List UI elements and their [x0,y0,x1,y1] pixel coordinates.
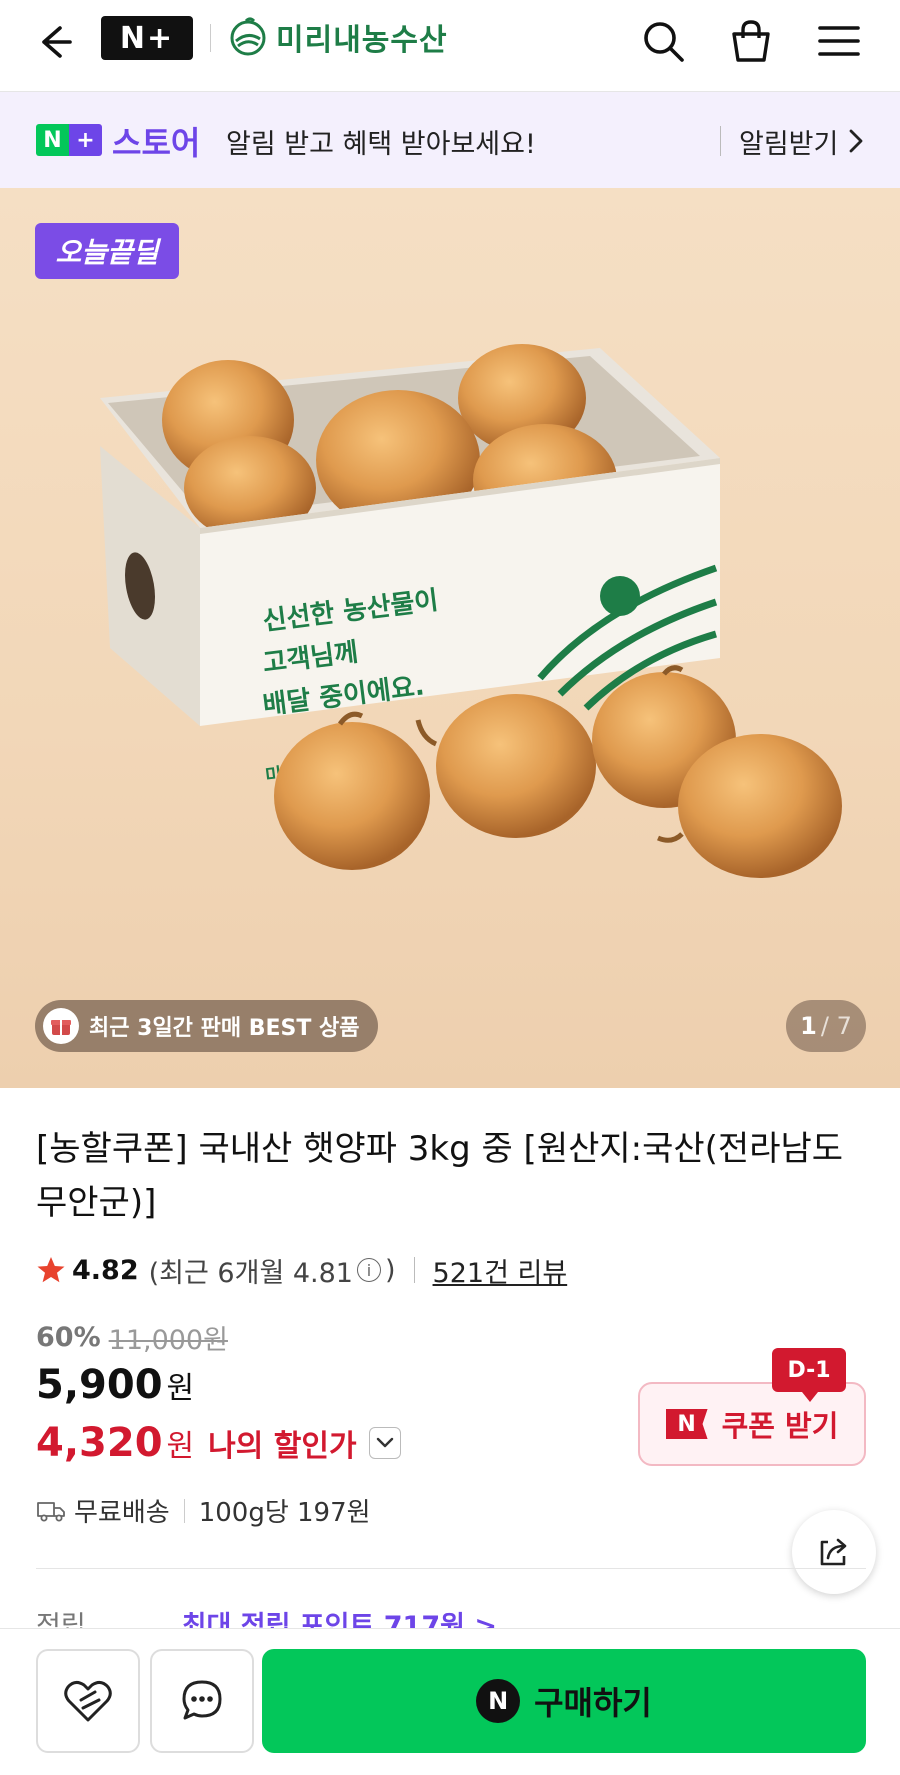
discount-percent: 60% [36,1322,101,1353]
rating-recent: (최근 6개월 4.81 i ) [149,1251,396,1290]
delivery-divider [183,1498,185,1523]
menu-button[interactable] [812,14,866,68]
cart-button[interactable] [724,14,778,68]
rating-recent-close: ) [384,1254,396,1286]
banner-store-label: 스토어 [112,124,201,162]
product-photo: 신선한 농산물이 고객님께 배달 중이에요. 미리내농수산 [100,344,842,878]
truck-icon [37,1501,65,1521]
best-seller-label: 최근 3일간 판매 BEST 상품 [89,1016,360,1041]
product-image-carousel[interactable]: 신선한 농산물이 고객님께 배달 중이에요. 미리내농수산 오늘끝딜 [0,188,900,1088]
product-title: [농할쿠폰] 국내산 햇양파 3kg 중 [원산지:국산(전라남도 무안군)] [36,1129,844,1223]
back-button[interactable] [30,18,78,66]
arrow-left-icon [42,26,72,58]
naver-pay-icon: N [476,1679,521,1723]
page-current: 1 [800,1012,817,1040]
info-icon[interactable]: i [356,1258,381,1282]
coupon-label: 쿠폰 받기 [721,1409,839,1443]
rating-value: 4.82 [72,1254,139,1286]
page-total: / 7 [820,1012,852,1040]
search-button[interactable] [636,14,690,68]
best-seller-badge: 최근 3일간 판매 BEST 상품 [35,1000,378,1052]
points-value: 최대 적립 포인트 717원 > [181,1611,497,1630]
review-count-link[interactable]: 521건 리뷰 [433,1251,568,1290]
shopping-bag-icon [732,20,770,62]
gift-icon [43,1008,79,1044]
store-name: 미리내농수산 [276,23,448,58]
image-page-counter: 1 / 7 [786,1000,866,1052]
price-row: 5,900 원 [36,1362,194,1408]
sale-price: 5,900 [36,1362,163,1408]
delivery-label: 무료배송 [74,1498,170,1528]
banner-divider [720,126,721,156]
coupon-button[interactable]: N 쿠폰 받기 [638,1382,866,1466]
unit-price: 100g당 197원 [198,1498,371,1528]
my-discount-price: 4,320 [36,1420,163,1466]
rating-divider [413,1257,415,1283]
rating-recent-text: (최근 6개월 4.81 [148,1257,353,1289]
chevron-right-icon [849,129,863,153]
rating-row: 4.82 (최근 6개월 4.81 i ) 521건 리뷰 [36,1250,567,1290]
wishlist-button[interactable] [36,1649,140,1753]
nplus-plus: + [69,124,102,156]
my-discount-price-unit: 원 [166,1429,195,1464]
nplus-logo[interactable]: N+ [101,16,193,60]
dday-badge: D-1 [772,1348,846,1402]
chevron-down-icon[interactable] [368,1427,401,1459]
chat-button[interactable] [150,1649,254,1753]
header-divider [210,24,211,52]
share-icon [820,1538,847,1566]
notification-banner[interactable]: N + 스토어 알림 받고 혜택 받아보세요! 알림받기 [0,92,900,188]
buy-button[interactable]: N 구매하기 [262,1649,866,1753]
nplus-n: N [36,124,69,156]
search-icon [644,22,684,62]
discount-row: 60% 11,000원 [36,1318,228,1357]
top-header: N+ 미리내농수산 [0,0,900,92]
buy-label: 구매하기 [534,1684,652,1722]
heart-icon [64,1680,112,1722]
sale-price-unit: 원 [166,1371,195,1406]
star-icon [37,1257,65,1283]
menu-icon [818,26,860,56]
share-button[interactable] [792,1510,876,1594]
chat-bubble-icon [182,1680,222,1720]
store-logo[interactable]: 미리내농수산 [228,12,448,62]
notify-button[interactable]: 알림받기 [739,122,838,161]
section-divider [36,1568,866,1569]
nplus-store-logo: N + [36,124,102,156]
my-discount-price-row[interactable]: 4,320 원 나의 할인가 [36,1420,401,1466]
today-deal-badge: 오늘끝딜 [35,223,179,279]
my-discount-label: 나의 할인가 [208,1429,357,1464]
store-emblem-icon [230,17,266,56]
banner-message: 알림 받고 혜택 받아보세요! [226,129,536,160]
points-label: 적립 [36,1611,86,1630]
bottom-action-bar: N 구매하기 [0,1628,900,1775]
box-emblem-sun [600,576,640,616]
original-price: 11,000원 [108,1325,228,1356]
points-row[interactable]: 적립 최대 적립 포인트 717원 > [36,1604,497,1630]
naver-coupon-icon: N [665,1409,708,1439]
delivery-row: 무료배송 100g당 197원 [36,1492,371,1529]
